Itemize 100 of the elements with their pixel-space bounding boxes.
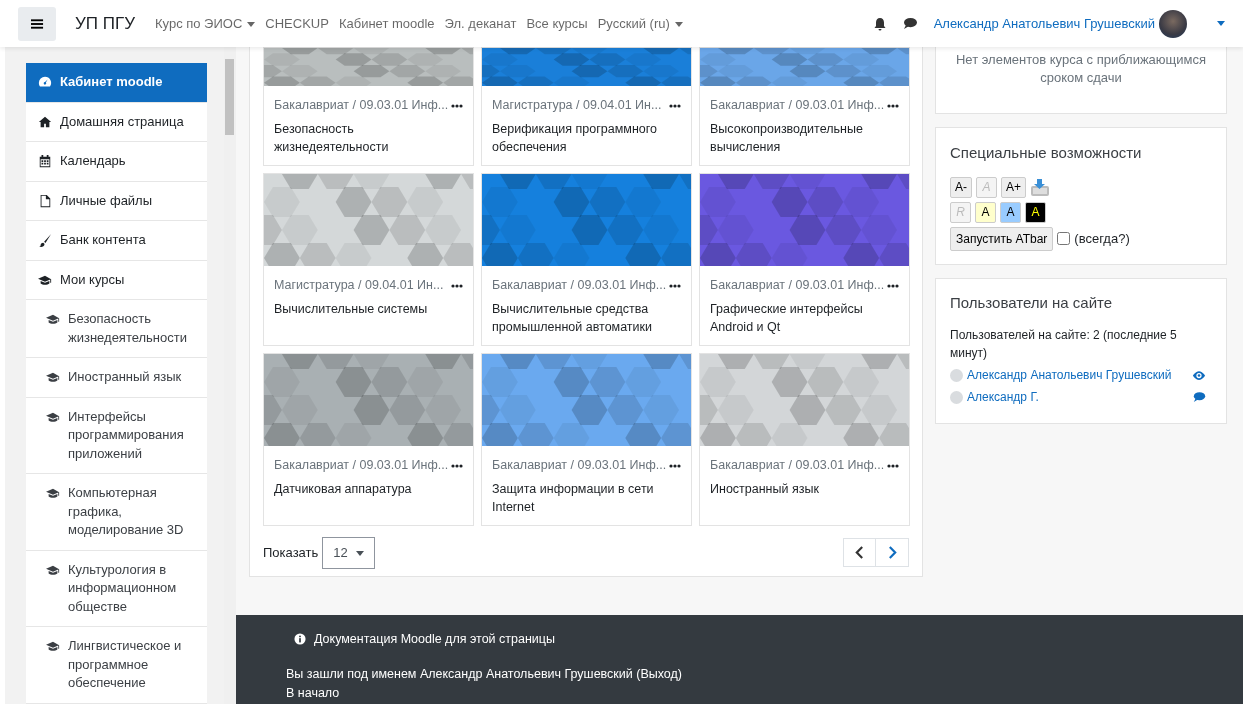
ellipsis-icon — [669, 464, 681, 469]
menu-button[interactable] — [18, 6, 56, 41]
logout-link[interactable]: (Выход) — [636, 666, 682, 681]
chevron-left-icon — [855, 546, 864, 560]
course-name-link[interactable]: Безопасность жизнедеятельности — [274, 119, 463, 156]
documentation-link[interactable]: Документация Moodle для этой страницы — [314, 630, 555, 649]
show-label: Показать — [263, 544, 319, 562]
course-card[interactable]: Магистратура / 09.04.01 Ин... Вычислительные системы — [263, 173, 474, 346]
course-category: Магистратура / 09.04.01 Ин... — [492, 97, 662, 114]
contrast-button[interactable]: A — [975, 201, 996, 223]
graduation-cap-icon — [46, 370, 60, 384]
home-icon — [38, 114, 52, 129]
file-icon — [38, 193, 52, 208]
course-category: Бакалавриат / 09.03.01 Инф... — [492, 457, 667, 474]
graduation-cap-icon — [46, 486, 60, 500]
ellipsis-icon — [887, 104, 899, 109]
course-card[interactable]: Бакалавриат / 09.03.01 Инф... Высокопроизводительные вычисления — [699, 47, 910, 166]
site-name[interactable]: УП ПГУ — [75, 10, 135, 37]
course-name-link[interactable]: Датчиковая аппаратура — [274, 479, 463, 498]
menu-icon — [30, 18, 44, 31]
font-size-button[interactable]: A+ — [1001, 176, 1026, 198]
nav-link[interactable]: CHECKUP — [265, 13, 329, 34]
course-card[interactable]: Бакалавриат / 09.03.01 Инф... Иностранный язык — [699, 353, 910, 526]
next-page-button[interactable] — [876, 538, 909, 568]
ellipsis-icon — [451, 104, 463, 109]
sidebar-item[interactable]: Интерфейсы программирования приложений — [26, 397, 207, 474]
course-name-link[interactable]: Защита информации в сети Internet — [492, 479, 681, 516]
sidebar-item[interactable]: Кабинет moodle — [26, 63, 207, 103]
course-category: Бакалавриат / 09.03.01 Инф... — [274, 97, 449, 114]
sidebar-item[interactable]: Мои курсы — [26, 260, 207, 300]
ellipsis-icon — [887, 284, 899, 289]
course-card[interactable]: Магистратура / 09.04.01 Ин... Верификация программного обеспечения — [481, 47, 692, 166]
course-category: Бакалавриат / 09.03.01 Инф... — [274, 457, 449, 474]
course-card[interactable]: Бакалавриат / 09.03.01 Инф... Безопасность жизнедеятельности — [263, 47, 474, 166]
sidebar-item[interactable]: Безопасность жизнедеятельности — [26, 300, 207, 358]
nav-link[interactable]: Все курсы — [526, 13, 588, 34]
calendar-icon — [38, 154, 52, 168]
nav-link[interactable]: Русский (ru) — [597, 13, 683, 34]
dashboard-icon — [38, 75, 52, 89]
sidebar-item[interactable]: Календарь — [26, 142, 207, 182]
sidebar-item[interactable]: Компьютерная графика, моделирование 3D — [26, 474, 207, 551]
avatar — [1159, 9, 1187, 38]
avatar — [950, 390, 963, 404]
avatar — [950, 368, 963, 382]
page-size-dropdown[interactable]: 12 — [322, 537, 375, 569]
course-card[interactable]: Бакалавриат / 09.03.01 Инф... Датчиковая аппаратура — [263, 353, 474, 526]
course-category: Бакалавриат / 09.03.01 Инф... — [710, 457, 885, 474]
home-link[interactable]: В начало — [286, 685, 340, 700]
launch-button[interactable]: Запустить ATbar — [950, 226, 1054, 251]
empty-message: Нет элементов курса с приближающимся сроком сдачи — [954, 51, 1207, 87]
bell-icon[interactable] — [872, 16, 887, 31]
font-size-button[interactable]: A- — [950, 176, 972, 198]
user-link[interactable]: Александр Г. — [967, 388, 1039, 406]
contrast-button[interactable]: A — [1000, 201, 1021, 223]
ellipsis-icon — [451, 464, 463, 469]
ellipsis-icon — [669, 104, 681, 109]
eye-icon[interactable] — [1192, 369, 1206, 381]
sidebar-item[interactable]: Иностранный язык — [26, 358, 207, 398]
nav-link[interactable]: Курс по ЭИОС — [154, 13, 256, 34]
ellipsis-icon — [451, 284, 463, 289]
course-name-link[interactable]: Высокопроизводительные вычисления — [710, 119, 899, 156]
user-name-link[interactable]: Александр Анатольевич Грушевский — [933, 13, 1155, 34]
chevron-right-icon — [887, 546, 897, 560]
course-card[interactable]: Бакалавриат / 09.03.01 Инф... Вычислительные средства промышленной автоматики — [481, 173, 692, 346]
course-name-link[interactable]: Вычислительные системы — [274, 299, 463, 318]
online-summary: Пользователей на сайте: 2 (последние 5 минут) — [950, 327, 1178, 362]
contrast-button[interactable]: A — [1025, 201, 1046, 223]
checkbox[interactable] — [1057, 232, 1071, 245]
sidebar-item[interactable]: Личные файлы — [26, 181, 207, 221]
course-category: Бакалавриат / 09.03.01 Инф... — [492, 277, 667, 294]
graduation-cap-icon — [46, 639, 60, 653]
course-category: Бакалавриат / 09.03.01 Инф... — [710, 97, 885, 114]
sidebar-item[interactable]: Лингвистическое и программное обеспечение — [26, 627, 207, 704]
course-category: Бакалавриат / 09.03.01 Инф... — [710, 277, 885, 294]
caret-icon[interactable] — [1217, 21, 1225, 26]
chat-icon[interactable] — [902, 17, 918, 30]
panel-title: Пользователи на сайте — [950, 292, 1114, 313]
sidebar-item[interactable]: Культурология в информационном обществе — [26, 550, 207, 627]
panel-title: Специальные возможности — [950, 143, 1143, 163]
graduation-cap-icon — [46, 312, 60, 326]
course-name-link[interactable]: Верификация программного обеспечения — [492, 119, 681, 156]
course-category: Магистратура / 09.04.01 Ин... — [274, 277, 444, 294]
ellipsis-icon — [669, 284, 681, 289]
chat-icon[interactable] — [1193, 391, 1206, 403]
user-link[interactable]: Александр Анатольевич Грушевский — [967, 366, 1172, 384]
tray-arrow-icon[interactable] — [1030, 176, 1050, 197]
sidebar-item[interactable]: Банк контента — [26, 221, 207, 261]
ellipsis-icon — [887, 464, 899, 469]
course-card[interactable]: Бакалавриат / 09.03.01 Инф... Графические интерфейсы Android и Qt — [699, 173, 910, 346]
previous-page-button[interactable] — [843, 538, 876, 568]
user-link[interactable]: Александр Анатольевич Грушевский — [419, 666, 633, 681]
course-name-link[interactable]: Вычислительные средства промышленной автоматики — [492, 299, 681, 336]
nav-link[interactable]: Эл. деканат — [444, 13, 517, 34]
course-name-link[interactable]: Графические интерфейсы Android и Qt — [710, 299, 899, 336]
sidebar-item[interactable]: Домашняя страница — [26, 102, 207, 142]
course-card[interactable]: Бакалавриат / 09.03.01 Инф... Защита информации в сети Internet — [481, 353, 692, 526]
checkbox-label: (всегда?) — [1074, 229, 1130, 248]
nav-link[interactable]: Кабинет moodle — [338, 13, 435, 34]
login-info: Вы зашли под именем Александр Анатольевич Грушевский (Выход) — [286, 665, 683, 683]
course-name-link[interactable]: Иностранный язык — [710, 479, 899, 498]
